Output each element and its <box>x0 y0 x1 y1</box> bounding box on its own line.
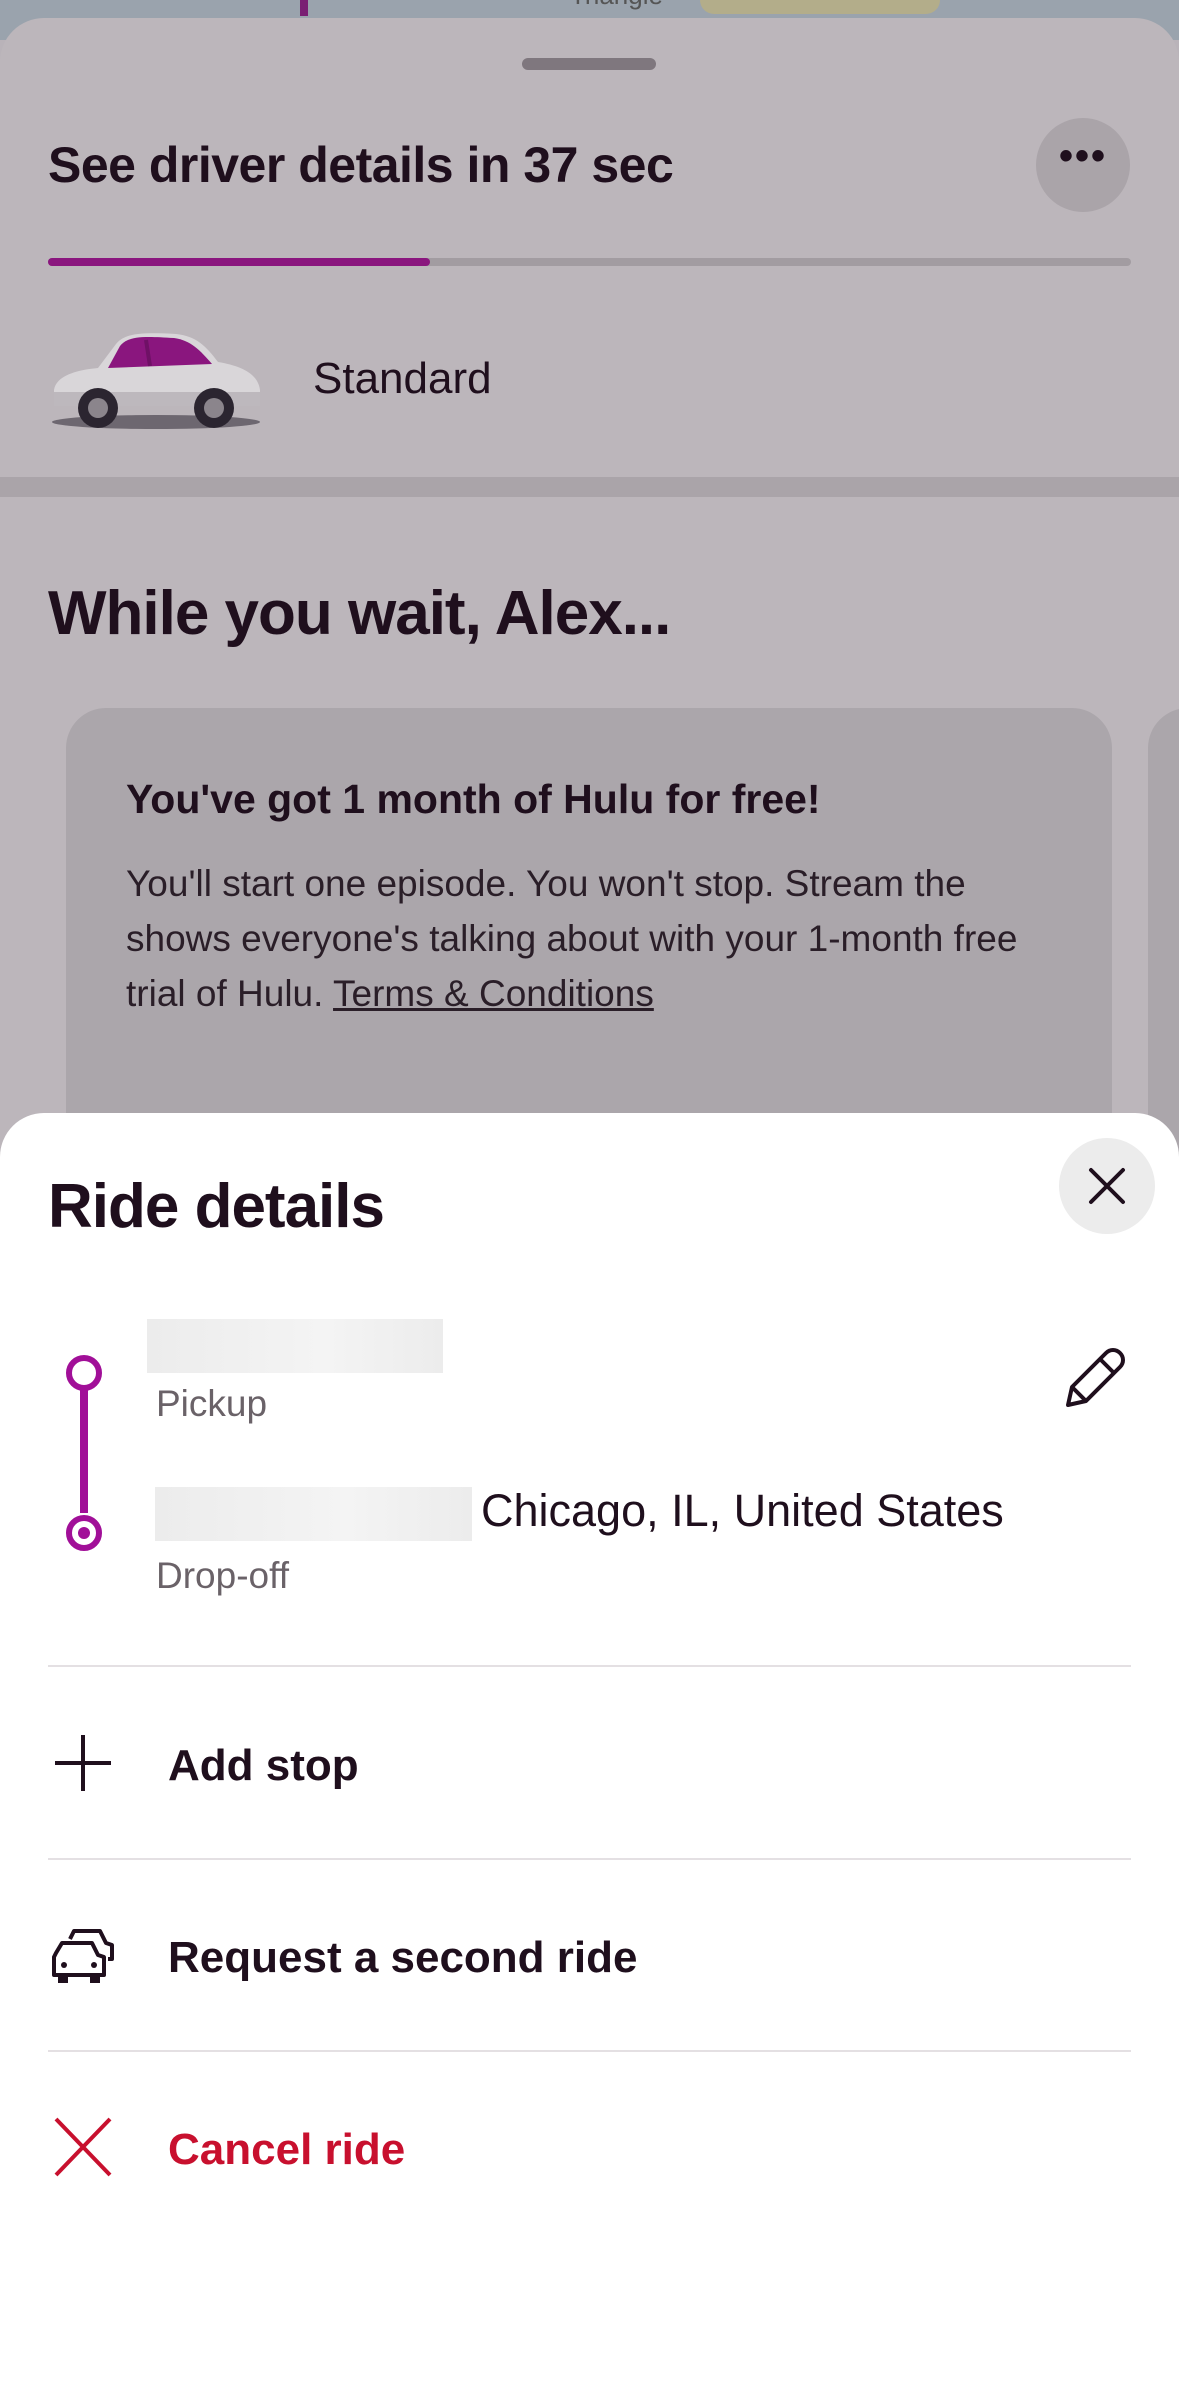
sheet-grabber[interactable] <box>522 58 656 70</box>
promo-body: You'll start one episode. You won't stop… <box>126 856 1066 1021</box>
cancel-ride-label: Cancel ride <box>168 2125 406 2174</box>
progress-fill <box>48 258 431 266</box>
ride-type-label: Standard <box>313 354 492 403</box>
pencil-icon <box>1066 1348 1125 1407</box>
sheet-title: Ride details <box>48 1172 385 1241</box>
cancel-ride-button[interactable]: Cancel ride <box>0 2087 1179 2207</box>
dropoff-address-redacted[interactable] <box>155 1487 472 1541</box>
more-options-button[interactable]: ••• <box>1036 118 1130 212</box>
dropoff-address[interactable]: Chicago, IL, United States <box>481 1485 1004 1537</box>
promo-title: You've got 1 month of Hulu for free! <box>126 776 821 822</box>
map-route-line <box>300 0 308 16</box>
divider <box>48 1858 1131 1860</box>
car-image <box>52 333 260 429</box>
dropoff-label: Drop-off <box>156 1555 289 1596</box>
request-second-ride-label: Request a second ride <box>168 1933 638 1982</box>
close-button[interactable] <box>1059 1138 1155 1234</box>
edit-route-button[interactable] <box>1058 1341 1132 1415</box>
close-icon <box>1089 1168 1125 1204</box>
section-separator <box>0 477 1179 497</box>
pickup-label: Pickup <box>156 1383 268 1424</box>
x-icon <box>54 2117 112 2177</box>
terms-link[interactable]: Terms & Conditions <box>333 973 654 1014</box>
while-you-wait-heading: While you wait, Alex... <box>48 579 671 648</box>
add-stop-label: Add stop <box>168 1741 359 1790</box>
pickup-address-redacted[interactable] <box>147 1319 443 1373</box>
more-icon: ••• <box>1058 134 1107 178</box>
map-marker <box>700 0 940 14</box>
add-stop-button[interactable]: Add stop <box>0 1703 1179 1823</box>
cars-icon <box>52 1929 114 1983</box>
map-place-label: Triangle <box>570 0 663 11</box>
route-line-icon <box>66 1355 102 1551</box>
ride-details-sheet: Ride details Pickup Chicago, IL, United … <box>0 1113 1179 2396</box>
divider <box>48 2050 1131 2052</box>
driver-eta-title: See driver details in 37 sec <box>48 137 674 193</box>
driver-search-progress <box>48 258 1131 266</box>
divider <box>48 1665 1131 1667</box>
plus-icon <box>55 1735 111 1791</box>
request-second-ride-button[interactable]: Request a second ride <box>0 1895 1179 2015</box>
